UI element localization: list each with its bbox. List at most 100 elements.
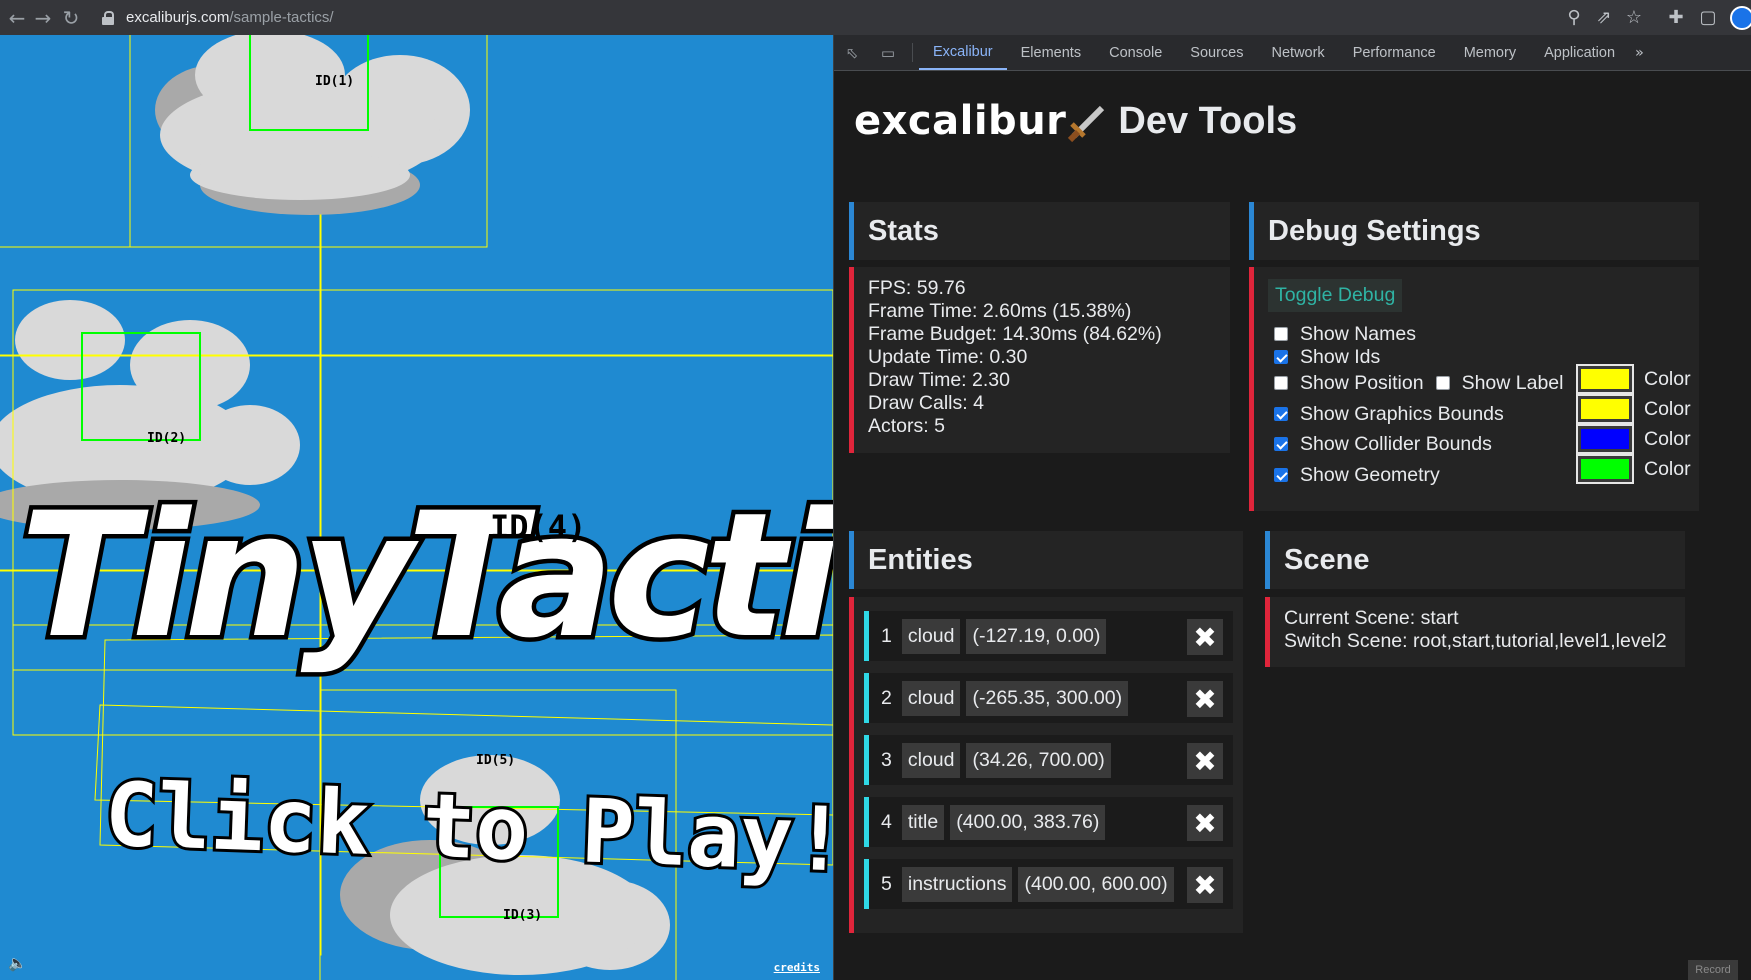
collider-color-row: Color (1576, 424, 1691, 454)
entity-id: 1 (881, 624, 892, 647)
switch-scene[interactable]: Switch Scene: root,start,tutorial,level1… (1284, 630, 1671, 653)
graphics-color-row: Color (1576, 394, 1691, 424)
subtitle-text: Click to Play! (103, 763, 833, 892)
show-graphics-bounds-row: Show Graphics Bounds (1274, 401, 1504, 427)
entity-id: 5 (881, 872, 892, 895)
show-geometry-label: Show Geometry (1300, 463, 1440, 486)
entity-row: 2 cloud (-265.35, 300.00) ✖ (864, 673, 1233, 723)
delete-entity-button[interactable]: ✖ (1187, 805, 1223, 841)
tab-application[interactable]: Application (1530, 35, 1629, 70)
stat-draw-calls: Draw Calls: 4 (868, 392, 984, 414)
back-arrow-icon[interactable]: ← (4, 5, 30, 31)
credits-link[interactable]: credits (774, 961, 820, 974)
show-collider-bounds-checkbox[interactable] (1274, 437, 1288, 451)
delete-entity-button[interactable]: ✖ (1187, 743, 1223, 779)
show-collider-bounds-label: Show Collider Bounds (1300, 432, 1492, 455)
geometry-color-picker[interactable] (1576, 454, 1634, 484)
collider-color-fill (1581, 429, 1629, 449)
show-ids-row: Show Ids (1274, 344, 1380, 370)
id-label-2: ID(2) (147, 431, 186, 446)
entity-position: (-127.19, 0.00) (966, 618, 1107, 654)
brand-logo-text: excalibur (854, 98, 1067, 144)
stat-actors: Actors: 5 (868, 415, 945, 437)
show-ids-checkbox[interactable] (1274, 350, 1288, 364)
entity-position: (400.00, 600.00) (1018, 866, 1174, 902)
show-position-checkbox[interactable] (1274, 376, 1288, 390)
tab-console[interactable]: Console (1095, 35, 1176, 70)
sword-icon (1068, 105, 1105, 142)
position-color-row: Color (1576, 364, 1691, 394)
delete-entity-button[interactable]: ✖ (1187, 867, 1223, 903)
id-label-1: ID(1) (315, 74, 354, 89)
url-path: /sample-tactics/ (229, 9, 334, 26)
game-canvas[interactable]: TinyTactics Click to Play! ID(1) ID(2) I… (0, 35, 833, 980)
stats-title: Stats (868, 214, 939, 247)
delete-entity-button[interactable]: ✖ (1187, 681, 1223, 717)
entity-name: cloud (901, 618, 961, 654)
device-toolbar-icon[interactable]: ▭ (870, 35, 906, 70)
entity-row: 3 cloud (34.26, 700.00) ✖ (864, 735, 1233, 785)
tab-memory[interactable]: Memory (1450, 35, 1530, 70)
lock-icon[interactable] (102, 10, 114, 25)
show-graphics-bounds-label: Show Graphics Bounds (1300, 402, 1504, 425)
stat-frame-budget: Frame Budget: 14.30ms (84.62%) (868, 323, 1162, 345)
show-graphics-bounds-checkbox[interactable] (1274, 407, 1288, 421)
game-scene: TinyTactics Click to Play! ID(1) ID(2) I… (0, 35, 833, 980)
graphics-color-fill (1581, 399, 1629, 419)
bookmark-star-icon[interactable]: ☆ (1620, 4, 1648, 31)
position-color-picker[interactable] (1576, 364, 1634, 394)
show-names-label: Show Names (1300, 322, 1416, 345)
extensions-icon[interactable]: ✚ (1662, 4, 1690, 31)
show-collider-bounds-row: Show Collider Bounds (1274, 431, 1492, 457)
share-icon[interactable]: ⇗ (1590, 4, 1618, 31)
stat-frame-time: Frame Time: 2.60ms (15.38%) (868, 300, 1132, 322)
tab-network[interactable]: Network (1258, 35, 1339, 70)
position-color-fill (1581, 369, 1629, 389)
toggle-debug-button[interactable]: Toggle Debug (1268, 279, 1403, 312)
sound-icon[interactable]: 🔈 (8, 954, 27, 972)
tab-elements[interactable]: Elements (1007, 35, 1095, 70)
id-label-5: ID(5) (476, 753, 515, 768)
forward-arrow-icon[interactable]: → (30, 5, 56, 31)
show-geometry-row: Show Geometry (1274, 462, 1440, 488)
entity-position: (34.26, 700.00) (966, 742, 1111, 778)
stat-fps: FPS: 59.76 (868, 277, 966, 299)
delete-entity-button[interactable]: ✖ (1187, 619, 1223, 655)
profile-avatar[interactable] (1730, 6, 1751, 30)
debug-settings-header: Debug Settings (1249, 202, 1699, 260)
more-tabs-icon[interactable]: » (1629, 35, 1650, 70)
stat-draw-time: Draw Time: 2.30 (868, 369, 1010, 391)
show-position-row: Show Position Show Label (1274, 370, 1564, 396)
entity-row: 1 cloud (-127.19, 0.00) ✖ (864, 611, 1233, 661)
graphics-color-picker[interactable] (1576, 394, 1634, 424)
id-label-3: ID(3) (503, 908, 542, 923)
side-panel-icon[interactable]: ▢ (1694, 4, 1722, 31)
address-bar[interactable]: excaliburjs.com/sample-tactics/ (102, 4, 1532, 31)
show-names-checkbox[interactable] (1274, 327, 1288, 341)
entity-row: 5 instructions (400.00, 600.00) ✖ (864, 859, 1233, 909)
entity-id: 4 (881, 810, 892, 833)
entities-header: Entities (849, 531, 1243, 589)
show-ids-label: Show Ids (1300, 345, 1381, 368)
position-color-label: Color (1644, 367, 1691, 390)
scene-title: Scene (1284, 543, 1370, 576)
reload-icon[interactable]: ↻ (58, 5, 84, 31)
tab-excalibur[interactable]: Excalibur (919, 35, 1007, 70)
entities-title: Entities (868, 543, 973, 576)
record-button[interactable]: Record (1688, 960, 1738, 980)
tab-performance[interactable]: Performance (1339, 35, 1450, 70)
brand-header: excalibur Dev Tools (854, 91, 1297, 151)
show-geometry-checkbox[interactable] (1274, 468, 1288, 482)
id-label-4: ID(4) (490, 508, 586, 546)
show-label-checkbox[interactable] (1435, 376, 1450, 390)
browser-toolbar: ← → ↻ excaliburjs.com/sample-tactics/ ⚲ … (0, 0, 1751, 35)
entity-id: 3 (881, 748, 892, 771)
inspect-element-icon[interactable]: ⬁ (834, 35, 870, 70)
entity-name: cloud (901, 680, 961, 716)
collider-color-picker[interactable] (1576, 424, 1634, 454)
scene-panel: Current Scene: start Switch Scene: root,… (1265, 597, 1685, 667)
devtools-panel: ⬁ ▭ Excalibur Elements Console Sources N… (833, 35, 1751, 980)
tab-sources[interactable]: Sources (1176, 35, 1257, 70)
entity-name: instructions (901, 866, 1013, 902)
zoom-icon[interactable]: ⚲ (1560, 4, 1588, 31)
